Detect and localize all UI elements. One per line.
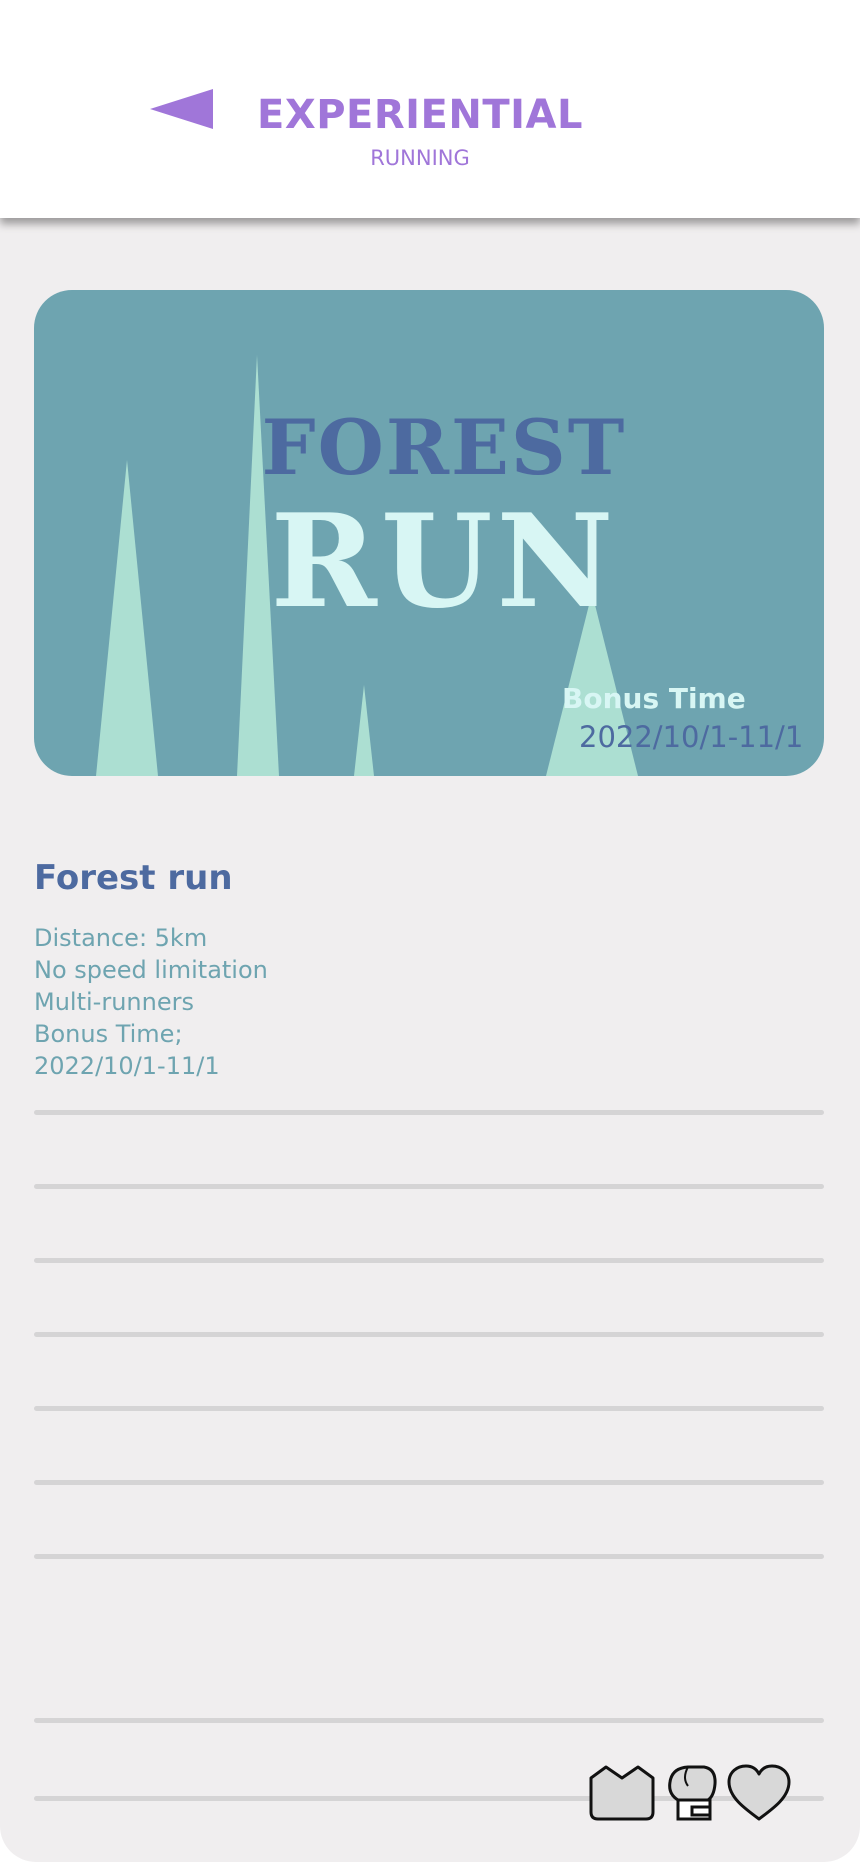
- banner-bonus-label: Bonus Time: [562, 682, 746, 715]
- event-title: Forest run: [34, 858, 233, 898]
- divider-line: [34, 1184, 824, 1189]
- divider-line: [34, 1258, 824, 1263]
- divider-line: [34, 1718, 824, 1723]
- detail-distance: Distance: 5km: [34, 924, 208, 952]
- crown-icon: [589, 1765, 655, 1821]
- banner-bonus-date: 2022/10/1-11/1: [579, 720, 804, 754]
- heart-icon: [727, 1764, 791, 1821]
- banner-title-forest: FOREST: [261, 403, 627, 492]
- detail-bonus-label: Bonus Time;: [34, 1020, 183, 1048]
- banner-title-run: RUN: [270, 487, 618, 637]
- favorite-button[interactable]: [726, 1764, 792, 1826]
- event-details: Distance: 5km No speed limitation Multi-…: [34, 922, 268, 1082]
- divider-line: [34, 1332, 824, 1337]
- app-header: EXPERIENTIAL RUNNING: [0, 0, 860, 218]
- detail-runners: Multi-runners: [34, 988, 194, 1016]
- page-title: EXPERIENTIAL: [257, 92, 583, 138]
- crown-button[interactable]: [588, 1764, 656, 1826]
- event-banner[interactable]: FOREST RUN Bonus Time 2022/10/1-11/1: [34, 290, 824, 776]
- boxing-glove-icon: [668, 1765, 717, 1821]
- divider-line: [34, 1110, 824, 1115]
- page-subtitle: RUNNING: [370, 146, 470, 170]
- divider-line: [34, 1554, 824, 1559]
- divider-line: [34, 1406, 824, 1411]
- detail-bonus-date: 2022/10/1-11/1: [34, 1052, 220, 1080]
- detail-speed: No speed limitation: [34, 956, 268, 984]
- boxing-glove-button[interactable]: [666, 1764, 718, 1826]
- divider-line: [34, 1480, 824, 1485]
